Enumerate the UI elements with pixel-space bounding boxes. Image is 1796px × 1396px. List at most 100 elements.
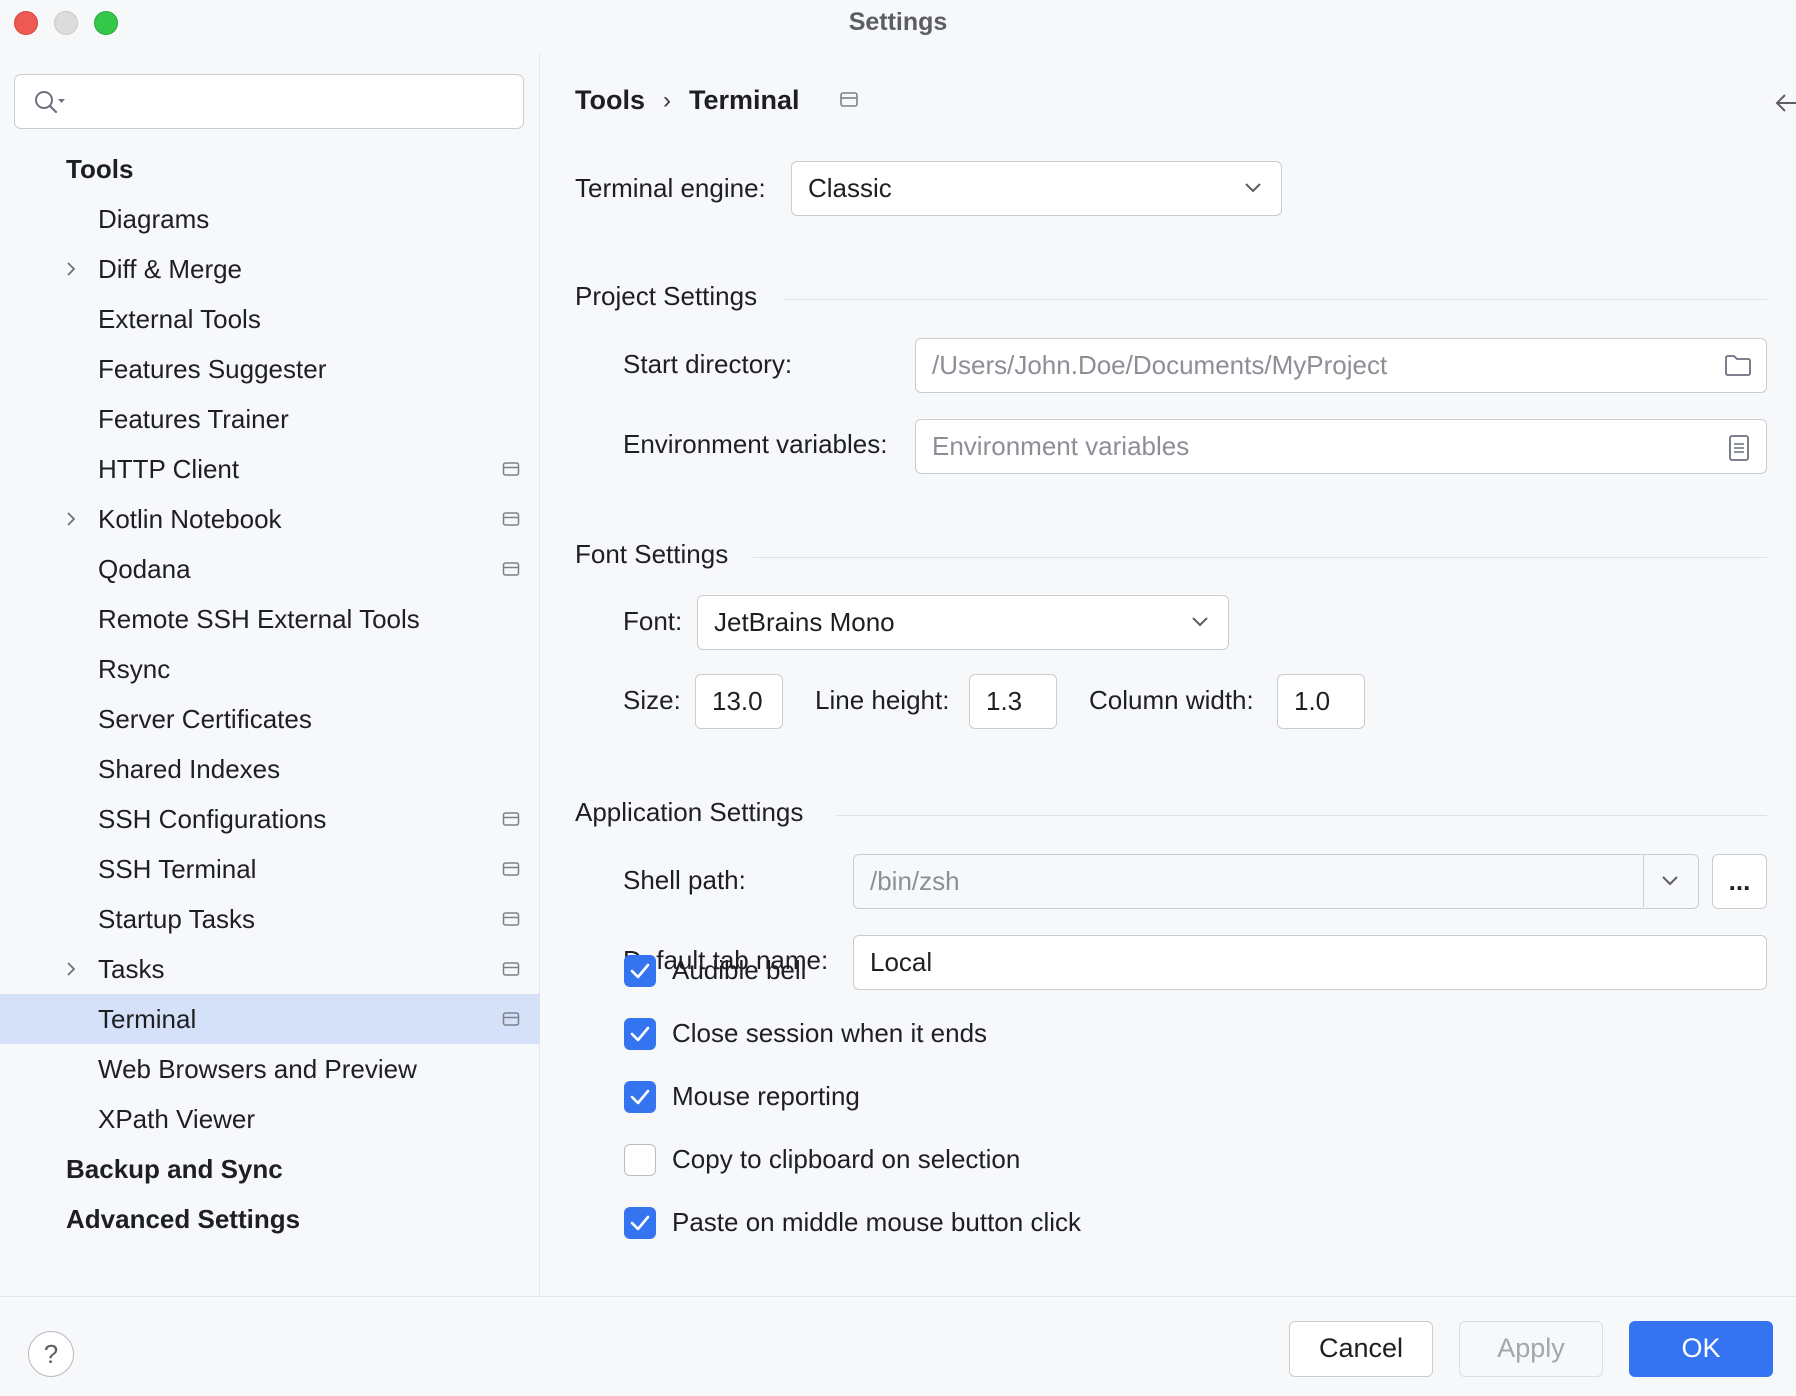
environment-variables-label: Environment variables:: [623, 429, 888, 459]
sidebar-item-label: Rsync: [98, 654, 171, 684]
checkbox[interactable]: [624, 1081, 656, 1113]
sidebar-item-web-browsers-and-preview[interactable]: Web Browsers and Preview: [0, 1044, 540, 1094]
sidebar-item-external-tools[interactable]: External Tools: [0, 294, 540, 344]
browse-label: ...: [1728, 866, 1751, 896]
sidebar-item-features-suggester[interactable]: Features Suggester: [0, 344, 540, 394]
font-size-input[interactable]: 13.0: [695, 674, 783, 729]
font-dropdown[interactable]: JetBrains Mono: [697, 595, 1229, 650]
folder-icon[interactable]: [1724, 353, 1752, 377]
checkbox-label: Audible bell: [672, 955, 807, 985]
checkmark-icon: [630, 1215, 650, 1231]
sidebar-item-features-trainer[interactable]: Features Trainer: [0, 394, 540, 444]
font-settings-heading: Font Settings: [575, 539, 729, 569]
sidebar-item-remote-ssh-external-tools[interactable]: Remote SSH External Tools: [0, 594, 540, 644]
font-size-value: 13.0: [712, 686, 763, 716]
terminal-engine-dropdown[interactable]: Classic: [791, 161, 1282, 216]
checkmark-icon: [630, 1089, 650, 1105]
font-value: JetBrains Mono: [714, 607, 895, 637]
shell-path-browse-button[interactable]: ...: [1712, 854, 1767, 909]
chevron-down-icon: [1192, 617, 1208, 627]
chevron-down-icon[interactable]: [1660, 873, 1680, 887]
breadcrumb-parent[interactable]: Tools: [575, 85, 645, 116]
sidebar-item-label: Remote SSH External Tools: [98, 604, 420, 634]
checkbox-label: Close session when it ends: [672, 1018, 988, 1048]
sidebar-item-advanced-settings[interactable]: Advanced Settings: [0, 1194, 540, 1244]
sidebar-item-label: Terminal: [98, 1004, 197, 1034]
sidebar-item-label: Shared Indexes: [98, 754, 281, 784]
sidebar-item-label: Server Certificates: [98, 704, 312, 734]
checkmark-icon: [630, 963, 650, 979]
combobox-divider: [1643, 855, 1644, 907]
project-scope-icon: [502, 912, 520, 926]
environment-variables-placeholder: Environment variables: [932, 431, 1190, 461]
sidebar-item-label: Backup and Sync: [66, 1154, 283, 1184]
checkbox[interactable]: [624, 1144, 656, 1176]
start-directory-placeholder: /Users/John.Doe/Documents/MyProject: [932, 350, 1388, 380]
sidebar-item-tools[interactable]: Tools: [0, 144, 540, 194]
document-icon[interactable]: [1726, 434, 1752, 462]
chevron-right-icon[interactable]: [62, 510, 80, 528]
terminal-engine-value: Classic: [808, 173, 892, 203]
sidebar-item-diff-merge[interactable]: Diff & Merge: [0, 244, 540, 294]
checkbox-label: Paste on middle mouse button click: [672, 1207, 1081, 1237]
column-width-value: 1.0: [1294, 686, 1331, 716]
sidebar-item-terminal[interactable]: Terminal: [0, 994, 540, 1044]
section-divider: [783, 299, 1767, 300]
sidebar-item-label: XPath Viewer: [98, 1104, 256, 1134]
breadcrumb: Tools › Terminal: [575, 84, 800, 116]
sidebar-item-ssh-terminal[interactable]: SSH Terminal: [0, 844, 540, 894]
sidebar-item-qodana[interactable]: Qodana: [0, 544, 540, 594]
chevron-down-icon: [1245, 183, 1261, 193]
sidebar-item-rsync[interactable]: Rsync: [0, 644, 540, 694]
search-input[interactable]: [14, 74, 524, 129]
sidebar-item-tasks[interactable]: Tasks: [0, 944, 540, 994]
sidebar-item-backup-and-sync[interactable]: Backup and Sync: [0, 1144, 540, 1194]
checkmark-icon: [630, 1026, 650, 1042]
sidebar-item-xpath-viewer[interactable]: XPath Viewer: [0, 1094, 540, 1144]
column-width-input[interactable]: 1.0: [1277, 674, 1365, 729]
line-height-input[interactable]: 1.3: [969, 674, 1057, 729]
chevron-right-icon[interactable]: [62, 960, 80, 978]
checkbox[interactable]: [624, 1018, 656, 1050]
settings-window: Settings Tools Diagrams Diff & Merge Extern…: [0, 0, 1796, 1396]
checkbox[interactable]: [624, 1207, 656, 1239]
sidebar-item-label: Web Browsers and Preview: [98, 1054, 417, 1084]
sidebar-item-label: SSH Configurations: [98, 804, 327, 834]
sidebar-item-label: Features Trainer: [98, 404, 289, 434]
sidebar-item-label: Tools: [66, 154, 134, 184]
shell-path-placeholder: /bin/zsh: [870, 866, 960, 896]
sidebar-item-label: Diff & Merge: [98, 254, 243, 284]
sidebar-item-ssh-configurations[interactable]: SSH Configurations: [0, 794, 540, 844]
sidebar-item-server-certificates[interactable]: Server Certificates: [0, 694, 540, 744]
help-button[interactable]: ?: [28, 1331, 74, 1377]
checkbox[interactable]: [624, 955, 656, 987]
cancel-button[interactable]: Cancel: [1289, 1321, 1433, 1377]
window-title: Settings: [848, 8, 948, 36]
shell-path-combobox[interactable]: /bin/zsh: [853, 854, 1699, 909]
sidebar-item-http-client[interactable]: HTTP Client: [0, 444, 540, 494]
line-height-label: Line height:: [815, 685, 950, 715]
terminal-engine-label: Terminal engine:: [575, 173, 766, 203]
checkbox-label: Copy to clipboard on selection: [672, 1144, 1021, 1174]
sidebar-item-label: Kotlin Notebook: [98, 504, 282, 534]
default-tab-name-input[interactable]: Local: [853, 935, 1767, 990]
sidebar-item-label: Startup Tasks: [98, 904, 256, 934]
project-scope-icon: [502, 812, 520, 826]
sidebar-item-shared-indexes[interactable]: Shared Indexes: [0, 744, 540, 794]
environment-variables-input[interactable]: Environment variables: [915, 419, 1767, 474]
start-directory-input[interactable]: /Users/John.Doe/Documents/MyProject: [915, 338, 1767, 393]
section-divider: [837, 815, 1767, 816]
project-scope-icon: [502, 962, 520, 976]
search-icon: [35, 91, 65, 114]
font-label: Font:: [623, 606, 683, 636]
sidebar-item-diagrams[interactable]: Diagrams: [0, 194, 540, 244]
column-width-label: Column width:: [1089, 685, 1254, 715]
sidebar-item-kotlin-notebook[interactable]: Kotlin Notebook: [0, 494, 540, 544]
chevron-right-icon[interactable]: [62, 260, 80, 278]
project-scope-icon: [502, 562, 520, 576]
sidebar-item-startup-tasks[interactable]: Startup Tasks: [0, 894, 540, 944]
apply-button[interactable]: Apply: [1459, 1321, 1603, 1377]
ok-button[interactable]: OK: [1629, 1321, 1773, 1377]
project-scope-icon: [502, 1012, 520, 1026]
back-arrow-icon[interactable]: [1773, 90, 1796, 116]
